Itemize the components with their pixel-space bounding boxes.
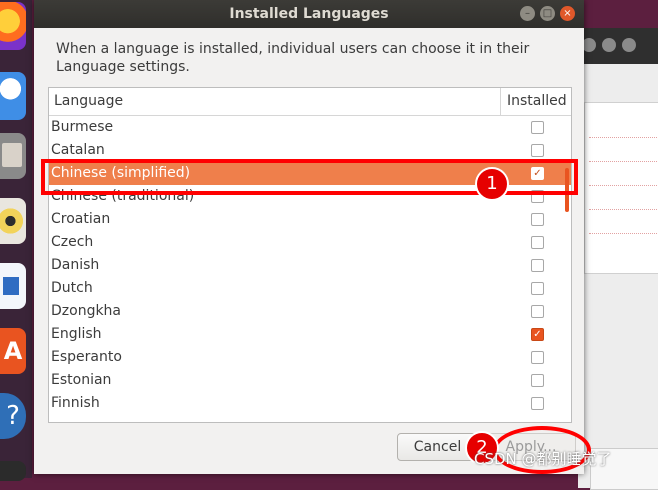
close-icon[interactable] xyxy=(622,38,636,52)
language-name: Czech xyxy=(51,234,94,250)
installed-checkbox[interactable] xyxy=(531,305,544,318)
language-row[interactable]: English ✓ xyxy=(49,323,571,346)
installed-checkbox[interactable] xyxy=(531,374,544,387)
language-row[interactable]: Esperanto xyxy=(49,346,571,369)
divider xyxy=(589,137,658,138)
divider xyxy=(589,161,658,162)
help-icon[interactable]: ? xyxy=(0,393,26,439)
language-row[interactable]: Finnish xyxy=(49,392,571,415)
language-row[interactable]: Burmese xyxy=(49,116,571,139)
language-name: Danish xyxy=(51,257,100,273)
minimize-icon[interactable]: – xyxy=(520,6,535,21)
maximize-icon[interactable]: □ xyxy=(540,6,555,21)
language-name: English xyxy=(51,326,102,342)
language-row[interactable]: Czech xyxy=(49,231,571,254)
firefox-icon[interactable] xyxy=(0,2,26,50)
list-header: Language Installed xyxy=(49,88,571,116)
dialog-description: When a language is installed, individual… xyxy=(56,41,530,75)
watermark: CSDN @都别睡觉了 xyxy=(474,450,612,468)
software-center-icon[interactable]: A xyxy=(0,328,26,374)
background-window xyxy=(578,28,658,490)
language-name: Finnish xyxy=(51,395,100,411)
divider xyxy=(589,233,658,234)
terminal-icon[interactable] xyxy=(0,461,26,481)
launcher-dock: A ? xyxy=(0,0,32,481)
installed-checkbox[interactable] xyxy=(531,121,544,134)
background-window-panel xyxy=(584,102,658,274)
language-row[interactable]: Dzongkha xyxy=(49,300,571,323)
thunderbird-icon[interactable] xyxy=(0,72,26,120)
language-name: Dzongkha xyxy=(51,303,122,319)
background-window-titlebar xyxy=(578,28,658,64)
installed-checkbox[interactable] xyxy=(531,144,544,157)
maximize-icon[interactable] xyxy=(602,38,616,52)
writer-icon[interactable] xyxy=(0,263,26,309)
column-separator xyxy=(500,88,501,115)
language-name: Burmese xyxy=(51,119,114,135)
installed-checkbox[interactable] xyxy=(531,236,544,249)
language-row[interactable]: Croatian xyxy=(49,208,571,231)
minimize-icon[interactable] xyxy=(582,38,596,52)
language-row[interactable]: Danish xyxy=(49,254,571,277)
language-name: Estonian xyxy=(51,372,112,388)
column-header-installed[interactable]: Installed xyxy=(507,88,567,115)
step-badge-1: 1 xyxy=(475,167,509,201)
divider xyxy=(589,209,658,210)
dialog-title: Installed Languages xyxy=(229,6,389,22)
language-name: Croatian xyxy=(51,211,111,227)
language-name: Esperanto xyxy=(51,349,122,365)
close-icon[interactable]: × xyxy=(560,6,575,21)
installed-checkbox-checked[interactable]: ✓ xyxy=(531,328,544,341)
divider xyxy=(589,185,658,186)
installed-checkbox[interactable] xyxy=(531,351,544,364)
installed-checkbox[interactable] xyxy=(531,397,544,410)
installed-checkbox[interactable] xyxy=(531,259,544,272)
dialog-titlebar: Installed Languages – □ × xyxy=(34,0,584,28)
installed-checkbox[interactable] xyxy=(531,213,544,226)
installed-checkbox[interactable] xyxy=(531,282,544,295)
language-row[interactable]: Dutch xyxy=(49,277,571,300)
files-icon[interactable] xyxy=(0,133,26,179)
column-header-language[interactable]: Language xyxy=(54,88,123,115)
installed-languages-dialog: Installed Languages – □ × When a languag… xyxy=(34,0,584,474)
language-list[interactable]: Language Installed Burmese Catalan Chine… xyxy=(48,87,572,423)
language-row[interactable]: Estonian xyxy=(49,369,571,392)
language-name: Dutch xyxy=(51,280,93,296)
rhythmbox-icon[interactable] xyxy=(0,198,26,244)
